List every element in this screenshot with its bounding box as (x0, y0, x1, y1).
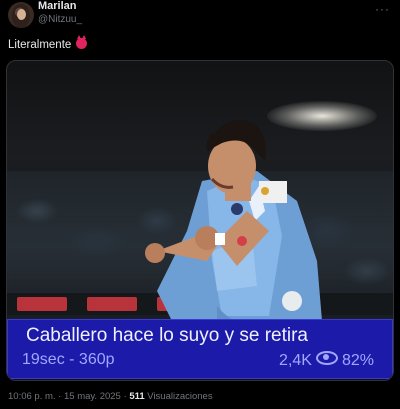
video-caption-title: Caballero hace lo suyo y se retira (26, 325, 308, 346)
view-count-label: Visualizaciones (147, 391, 213, 402)
video-stats: 2,4K 82% (279, 351, 374, 370)
footer-separator: · (58, 391, 62, 402)
tweet-header: Marilan @Nitzuu_ ··· (0, 0, 400, 32)
video-views: 2,4K (279, 352, 312, 369)
video-percent: 82% (341, 352, 374, 369)
avatar[interactable] (8, 2, 34, 28)
tweet-text-content: Literalmente (8, 39, 72, 51)
tweet-date[interactable]: 15 may. 2025 (64, 391, 121, 402)
video-duration-quality: 19sec - 360p (22, 351, 115, 368)
video-caption-bar: Caballero hace lo suyo y se retira 19sec… (7, 319, 393, 379)
tweet-text: Literalmente (8, 35, 88, 51)
eye-icon (315, 351, 338, 365)
devil-face-icon (76, 35, 88, 49)
display-name[interactable]: Marilan (38, 0, 77, 12)
more-options-icon[interactable]: ··· (375, 2, 390, 16)
tweet-media[interactable]: Caballero hace lo suyo y se retira 19sec… (6, 60, 394, 381)
view-count: 511 (129, 391, 145, 402)
tweet-footer: 10:06 p. m. · 15 may. 2025 · 511 Visuali… (8, 391, 213, 402)
footer-separator-2: · (123, 391, 127, 402)
user-handle[interactable]: @Nitzuu_ (38, 14, 82, 25)
tweet-time[interactable]: 10:06 p. m. (8, 391, 56, 402)
avatar-face (17, 9, 26, 20)
